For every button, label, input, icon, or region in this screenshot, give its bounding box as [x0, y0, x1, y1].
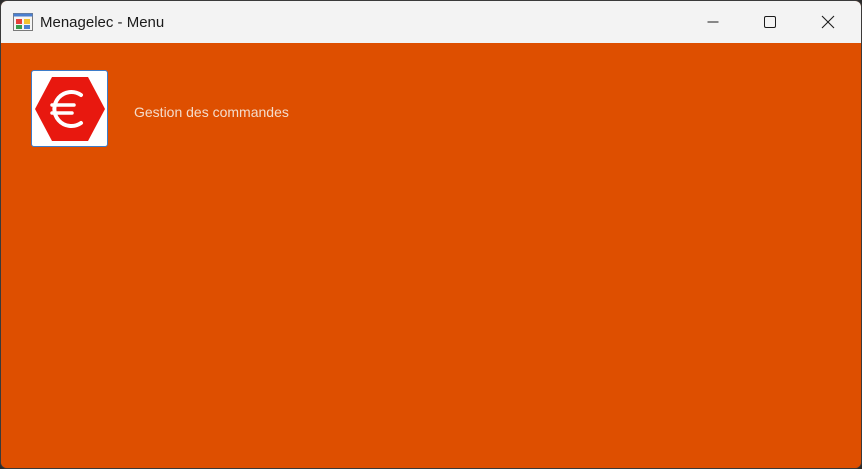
minimize-button[interactable]: [684, 1, 742, 43]
window-title: Menagelec - Menu: [40, 14, 165, 31]
close-button[interactable]: [799, 1, 857, 43]
minimize-icon: [707, 21, 719, 23]
orders-management-button[interactable]: [31, 70, 108, 147]
maximize-button[interactable]: [741, 1, 799, 43]
menu-panel: Gestion des commandes: [1, 43, 861, 468]
euro-octagon-icon: [34, 76, 105, 141]
windows-form-icon: [13, 13, 33, 31]
title-bar[interactable]: Menagelec - Menu: [1, 1, 861, 43]
maximize-icon: [764, 16, 776, 28]
app-window: Menagelec - Menu Gestion des commandes: [0, 0, 862, 469]
orders-management-label[interactable]: Gestion des commandes: [134, 103, 289, 121]
close-icon: [821, 15, 835, 29]
